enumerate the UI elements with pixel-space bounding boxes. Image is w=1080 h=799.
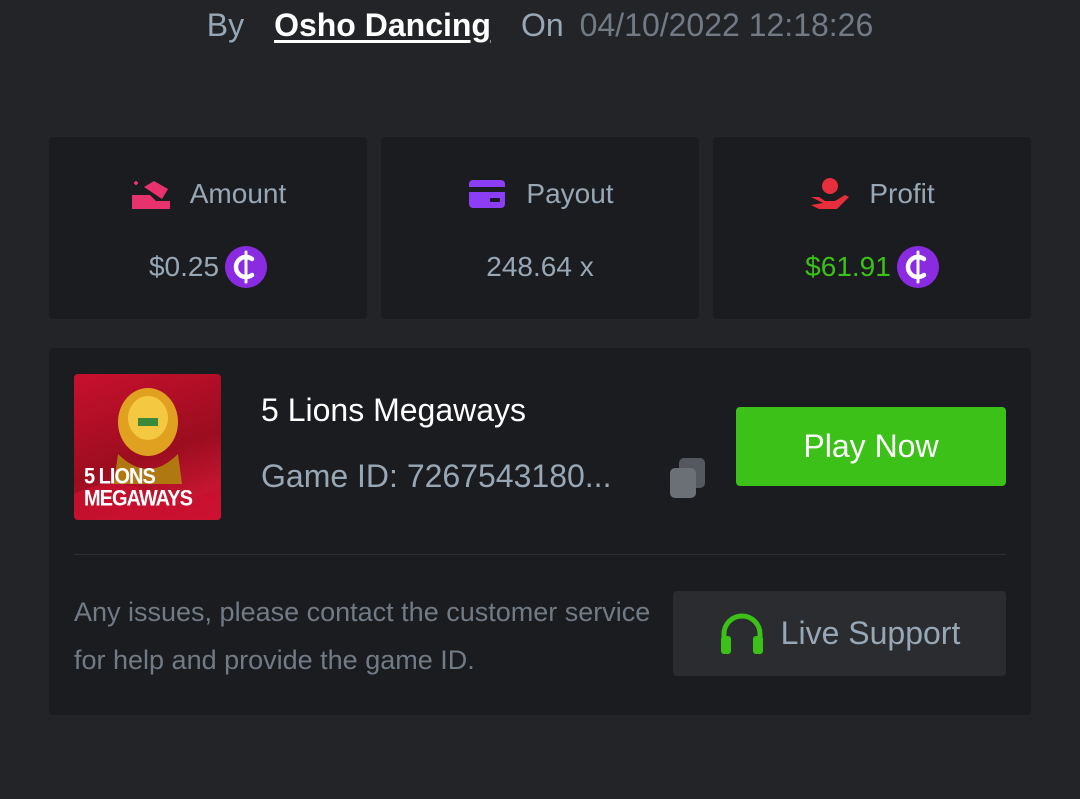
by-label: By bbox=[206, 6, 245, 43]
live-support-label: Live Support bbox=[780, 615, 961, 651]
profit-header: Profit bbox=[713, 175, 1031, 213]
username-link[interactable]: Osho Dancing bbox=[274, 7, 491, 44]
divider bbox=[74, 554, 1006, 555]
payout-label: Payout bbox=[526, 178, 614, 209]
bet-timestamp: 04/10/2022 12:18:26 bbox=[579, 6, 874, 43]
coins-stack-icon bbox=[130, 176, 172, 212]
game-id: Game ID: 7267543180... bbox=[261, 458, 612, 494]
payout-card: Payout 248.64 x bbox=[381, 137, 699, 319]
support-notice: Any issues, please contact the customer … bbox=[74, 597, 651, 675]
amount-value: $0.25 bbox=[148, 251, 220, 282]
copy-icon[interactable] bbox=[667, 456, 709, 500]
game-panel: 5 LIONS MEGAWAYS 5 Lions Megaways Game I… bbox=[49, 348, 1031, 715]
bet-stats: Amount $0.25 Payout 248.64 x Profit $61.… bbox=[49, 137, 1031, 319]
play-now-button[interactable]: Play Now bbox=[736, 407, 1006, 486]
profit-label: Profit bbox=[869, 178, 935, 209]
profit-card: Profit $61.91 bbox=[713, 137, 1031, 319]
profit-value: $61.91 bbox=[805, 251, 891, 282]
profit-value-row: $61.91 bbox=[713, 245, 1031, 289]
amount-label: Amount bbox=[189, 178, 287, 209]
thumbnail-title: 5 LIONS MEGAWAYS bbox=[84, 464, 193, 512]
headset-icon bbox=[719, 612, 765, 656]
coin-icon bbox=[225, 246, 268, 288]
game-title: 5 Lions Megaways bbox=[261, 392, 527, 428]
amount-card: Amount $0.25 bbox=[49, 137, 367, 319]
credit-card-icon bbox=[466, 176, 508, 212]
game-thumbnail[interactable]: 5 LIONS MEGAWAYS bbox=[74, 374, 221, 520]
amount-header: Amount bbox=[49, 175, 367, 213]
payout-header: Payout bbox=[381, 175, 699, 213]
bet-byline: By Osho Dancing On 04/10/2022 12:18:26 bbox=[0, 0, 1080, 50]
payout-value-row: 248.64 x bbox=[381, 245, 699, 289]
hand-money-icon bbox=[809, 176, 851, 212]
coin-icon bbox=[896, 246, 939, 288]
payout-value: 248.64 x bbox=[486, 251, 594, 282]
live-support-button[interactable]: Live Support bbox=[673, 591, 1006, 676]
on-label: On bbox=[520, 6, 564, 43]
amount-value-row: $0.25 bbox=[49, 245, 367, 289]
